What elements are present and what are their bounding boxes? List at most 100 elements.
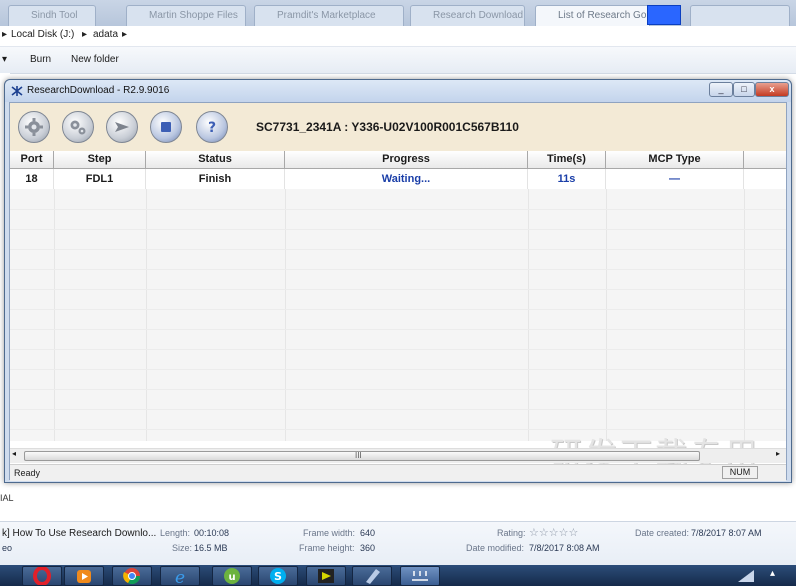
date-modified-value: 7/8/2017 8:08 AM bbox=[529, 543, 600, 553]
grid-line bbox=[10, 309, 786, 310]
grid-line bbox=[10, 409, 786, 410]
notepad-icon bbox=[366, 569, 380, 584]
grid-line bbox=[10, 389, 786, 390]
new-tab-highlight[interactable] bbox=[647, 5, 681, 25]
tray-expand-icon[interactable]: ▴ bbox=[770, 568, 775, 579]
scroll-right-icon[interactable]: ▸ bbox=[776, 449, 780, 458]
horizontal-scrollbar[interactable]: ◂ III ▸ bbox=[10, 448, 786, 463]
breadcrumb-item[interactable]: Local Disk (J:) bbox=[11, 26, 74, 44]
svg-text:S: S bbox=[274, 570, 282, 583]
network-icon[interactable] bbox=[736, 568, 756, 584]
browser-tab[interactable]: Sindh Tool bbox=[8, 5, 96, 26]
cell-mcp-type: — bbox=[606, 169, 744, 189]
cell-step: FDL1 bbox=[54, 169, 146, 189]
question-icon: ? bbox=[208, 120, 216, 136]
num-lock-indicator: NUM bbox=[722, 466, 758, 479]
column-header-status[interactable]: Status bbox=[146, 151, 285, 168]
grid-line bbox=[10, 269, 786, 270]
taskbar-skype-button[interactable]: S bbox=[258, 566, 298, 586]
research-download-window: ResearchDownload - R2.9.9016 _ □ x ? SC7… bbox=[4, 79, 792, 483]
frame-width-value: 640 bbox=[360, 528, 376, 538]
taskbar-media-player-button[interactable] bbox=[64, 566, 104, 586]
maximize-button[interactable]: □ bbox=[733, 82, 755, 97]
close-button[interactable]: x bbox=[755, 82, 789, 97]
browser-tab[interactable]: Research Download bbox=[410, 5, 525, 26]
download-toolbar: ? SC7731_2341A : Y336-U02V100R001C567B11… bbox=[10, 103, 786, 152]
dropdown-arrow-icon[interactable]: ▾ bbox=[2, 47, 7, 73]
grid-line bbox=[54, 189, 55, 441]
close-icon: x bbox=[769, 84, 775, 94]
packet-settings-button[interactable] bbox=[62, 111, 94, 143]
taskbar-utorrent-button[interactable]: u bbox=[212, 566, 252, 586]
cell-time: 11s bbox=[528, 169, 606, 189]
scrollbar-thumb[interactable]: III bbox=[24, 451, 700, 461]
taskbar-notepad-button[interactable] bbox=[352, 566, 392, 586]
chrome-icon bbox=[123, 568, 141, 585]
window-title-bar[interactable]: ResearchDownload - R2.9.9016 _ □ x bbox=[5, 80, 791, 102]
column-header-port[interactable]: Port bbox=[10, 151, 54, 168]
taskbar-app-button[interactable] bbox=[306, 566, 346, 586]
browser-tab[interactable]: Pramdit's Marketplace bbox=[254, 5, 404, 26]
browser-tab-active[interactable]: List of Research Go bbox=[535, 5, 650, 26]
grid-line bbox=[10, 229, 786, 230]
burn-button[interactable]: Burn bbox=[30, 47, 51, 73]
browser-tab-label: Research Download bbox=[433, 10, 524, 21]
status-bar: Ready NUM bbox=[10, 464, 786, 481]
column-header-step[interactable]: Step bbox=[54, 151, 146, 168]
explorer-toolbar: ▾ Burn New folder bbox=[0, 47, 796, 74]
column-header-mcp-type[interactable]: MCP Type bbox=[606, 151, 744, 168]
media-player-icon bbox=[77, 570, 91, 583]
window-client-area: ? SC7731_2341A : Y336-U02V100R001C567B11… bbox=[9, 102, 787, 481]
stop-icon bbox=[161, 122, 171, 132]
frame-height-value: 360 bbox=[360, 543, 376, 553]
address-bar[interactable]: ▸ Local Disk (J:) ▸ adata ▸ bbox=[0, 26, 796, 47]
size-label: Size: bbox=[172, 543, 193, 553]
browser-tab[interactable] bbox=[690, 5, 790, 26]
cell-progress: Waiting... bbox=[285, 169, 528, 189]
internet-explorer-icon: e bbox=[175, 568, 185, 588]
cell-port: 18 bbox=[10, 169, 54, 189]
gear-icon bbox=[25, 118, 43, 136]
cell-status: Finish bbox=[146, 169, 285, 189]
minimize-button[interactable]: _ bbox=[709, 82, 733, 97]
grid-line bbox=[146, 189, 147, 441]
browser-tab-label: List of Research Go bbox=[558, 10, 647, 21]
taskbar-opera-button[interactable] bbox=[22, 566, 62, 586]
taskbar-research-download-button[interactable] bbox=[400, 566, 440, 586]
new-folder-button[interactable]: New folder bbox=[71, 47, 119, 73]
browser-tab-label: Martin Shoppe Files bbox=[149, 10, 238, 21]
breadcrumb-arrow-icon: ▸ bbox=[122, 29, 128, 40]
taskbar-chrome-button[interactable] bbox=[112, 566, 152, 586]
rating-stars[interactable]: ☆☆☆☆☆ bbox=[529, 526, 578, 539]
taskbar-ie-button[interactable]: e bbox=[160, 566, 200, 588]
file-title: k] How To Use Research Downlo... bbox=[2, 528, 157, 539]
scroll-grip: III bbox=[355, 451, 362, 460]
scroll-left-icon[interactable]: ◂ bbox=[12, 449, 16, 458]
grid-line bbox=[285, 189, 286, 441]
stop-download-button[interactable] bbox=[150, 111, 182, 143]
port-status-grid: Port Step Status Progress Time(s) MCP Ty… bbox=[10, 151, 786, 441]
grid-line bbox=[10, 349, 786, 350]
grid-line bbox=[10, 329, 786, 330]
svg-text:u: u bbox=[228, 572, 235, 583]
column-header-time[interactable]: Time(s) bbox=[528, 151, 606, 168]
window-title: ResearchDownload - R2.9.9016 bbox=[27, 85, 170, 96]
length-value: 00:10:08 bbox=[194, 528, 230, 538]
start-download-button[interactable] bbox=[106, 111, 138, 143]
grid-line bbox=[10, 289, 786, 290]
breadcrumb-item[interactable]: adata bbox=[93, 26, 118, 44]
opera-icon bbox=[33, 566, 51, 586]
size-value: 16.5 MB bbox=[194, 543, 228, 553]
app-play-icon bbox=[318, 569, 334, 583]
svg-text:?: ? bbox=[208, 120, 216, 136]
minimize-icon: _ bbox=[718, 84, 724, 94]
grid-line bbox=[10, 249, 786, 250]
status-text: Ready bbox=[14, 468, 41, 478]
device-firmware-label: SC7731_2341A : Y336-U02V100R001C567B110 bbox=[256, 120, 519, 134]
help-button[interactable]: ? bbox=[196, 111, 228, 143]
table-row[interactable]: 18 FDL1 Finish Waiting... 11s — bbox=[10, 169, 786, 189]
length-label: Length: bbox=[160, 528, 191, 538]
column-header-progress[interactable]: Progress bbox=[285, 151, 528, 168]
browser-tab[interactable]: Martin Shoppe Files bbox=[126, 5, 246, 26]
settings-button[interactable] bbox=[18, 111, 50, 143]
